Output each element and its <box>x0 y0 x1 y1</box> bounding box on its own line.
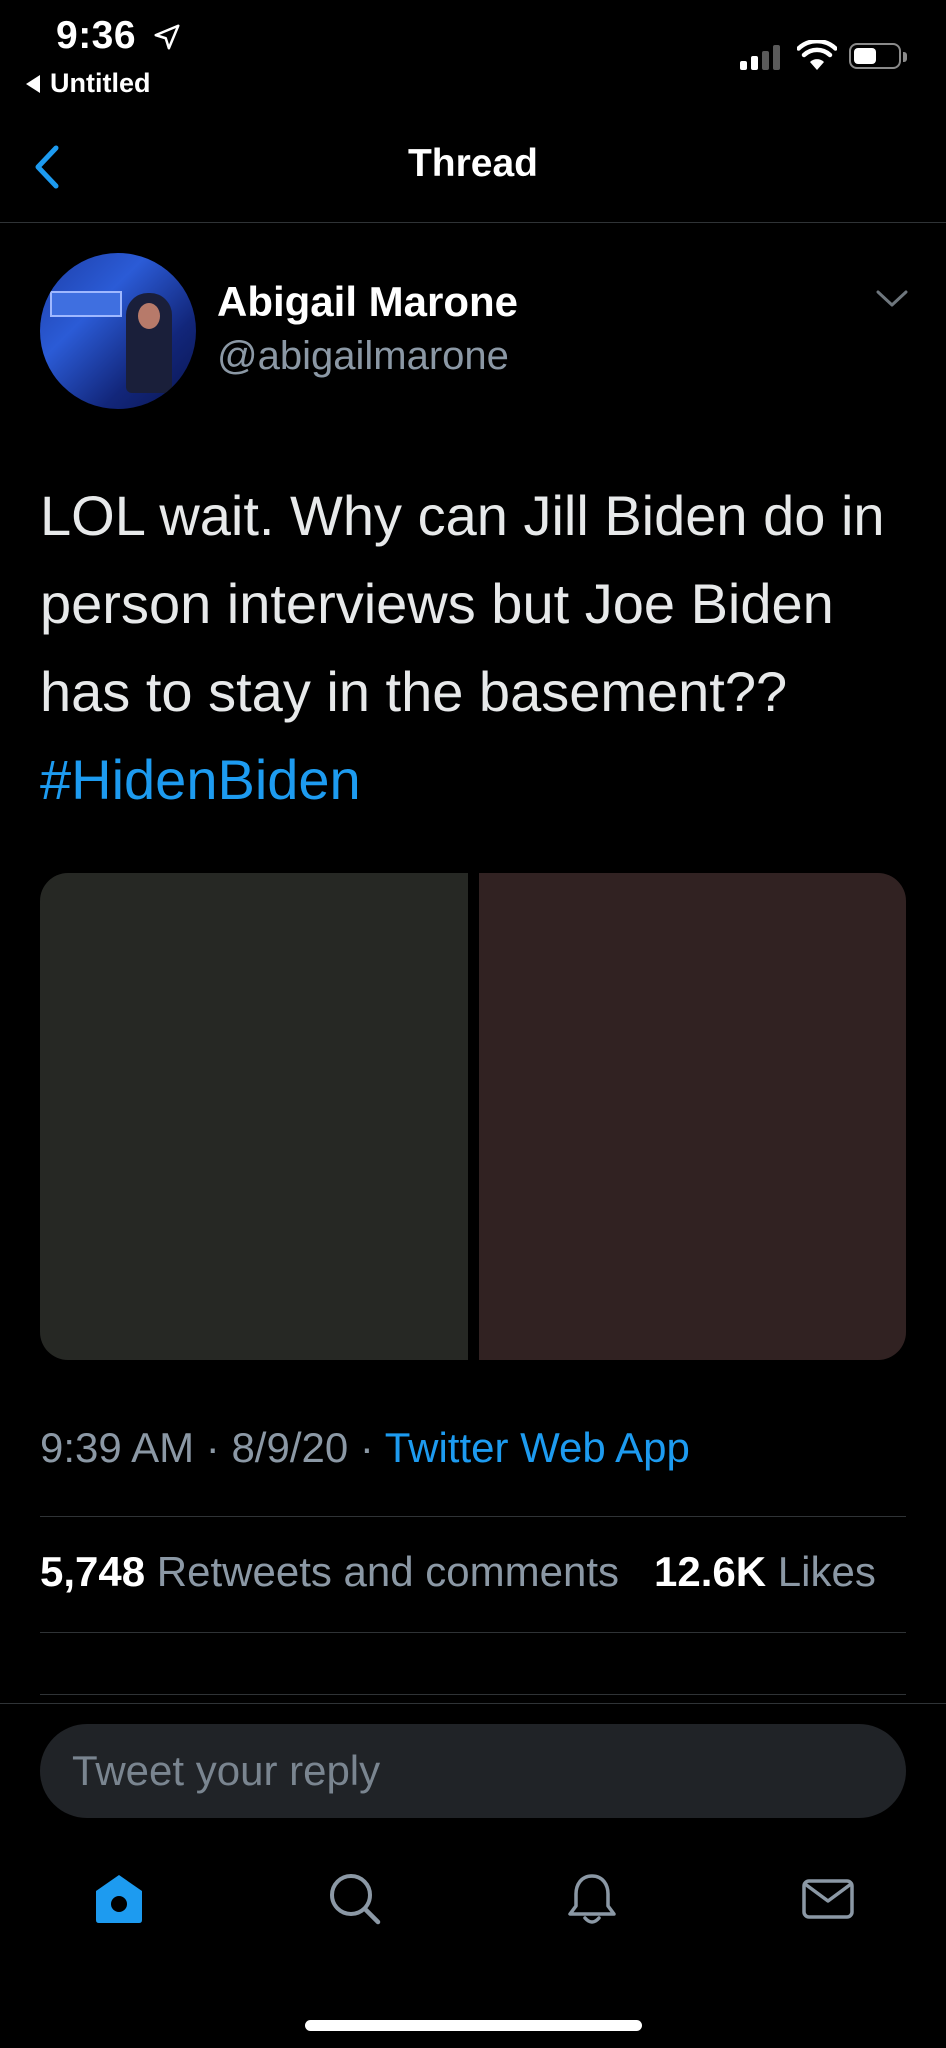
battery-nub <box>903 52 907 62</box>
wifi-icon <box>797 40 837 70</box>
stats-divider <box>40 1632 906 1633</box>
back-app-label: Untitled <box>50 68 151 98</box>
back-to-app-link[interactable]: Untitled <box>26 68 151 99</box>
media-image-right[interactable] <box>478 873 906 1360</box>
reply-input[interactable]: Tweet your reply <box>40 1724 906 1818</box>
messages-icon[interactable] <box>799 1870 857 1928</box>
home-icon[interactable] <box>90 1870 148 1928</box>
search-icon[interactable] <box>326 1870 384 1928</box>
likes-count: 12.6K <box>654 1548 767 1595</box>
retweets-count: 5,748 <box>40 1548 146 1595</box>
meta-separator: · <box>348 1424 385 1471</box>
hashtag-link[interactable]: #HidenBiden <box>40 748 361 811</box>
meta-separator: · <box>194 1424 232 1471</box>
reply-placeholder: Tweet your reply <box>72 1747 381 1794</box>
author-avatar[interactable] <box>40 253 196 409</box>
retweets-stat[interactable]: 5,748 Retweets and comments <box>40 1548 619 1595</box>
likes-label: Likes <box>777 1548 876 1595</box>
tweet-source-link[interactable]: Twitter Web App <box>385 1424 690 1471</box>
header-divider <box>0 222 946 223</box>
tweet-date: 8/9/20 <box>231 1424 349 1471</box>
meta-divider <box>40 1516 906 1517</box>
author-handle[interactable]: @abigailmarone <box>217 334 509 379</box>
retweets-label: Retweets and comments <box>156 1548 619 1595</box>
tweet-stats: 5,748 Retweets and comments 12.6K Likes <box>40 1548 876 1596</box>
notifications-icon[interactable] <box>563 1870 621 1928</box>
page-title: Thread <box>407 142 539 185</box>
media-image-left[interactable] <box>40 873 468 1360</box>
status-time: 9:36 <box>56 14 137 57</box>
location-arrow-icon <box>154 24 180 50</box>
tweet-body-text: LOL wait. Why can Jill Biden do in perso… <box>40 484 885 723</box>
tweet-text: LOL wait. Why can Jill Biden do in perso… <box>40 472 920 824</box>
home-indicator[interactable] <box>305 2020 642 2031</box>
battery-icon <box>849 43 901 69</box>
tweet-media <box>40 873 906 1360</box>
back-triangle-icon <box>26 74 40 93</box>
reply-bar-divider <box>0 1703 946 1704</box>
likes-stat[interactable]: 12.6K Likes <box>654 1548 876 1595</box>
chevron-down-icon[interactable] <box>875 288 909 310</box>
cellular-signal-icon <box>740 44 780 70</box>
author-name[interactable]: Abigail Marone <box>217 278 518 326</box>
tweet-time: 9:39 AM <box>40 1424 195 1471</box>
tweet-meta: 9:39 AM · 8/9/20 · Twitter Web App <box>40 1424 690 1472</box>
actions-divider <box>40 1694 906 1695</box>
